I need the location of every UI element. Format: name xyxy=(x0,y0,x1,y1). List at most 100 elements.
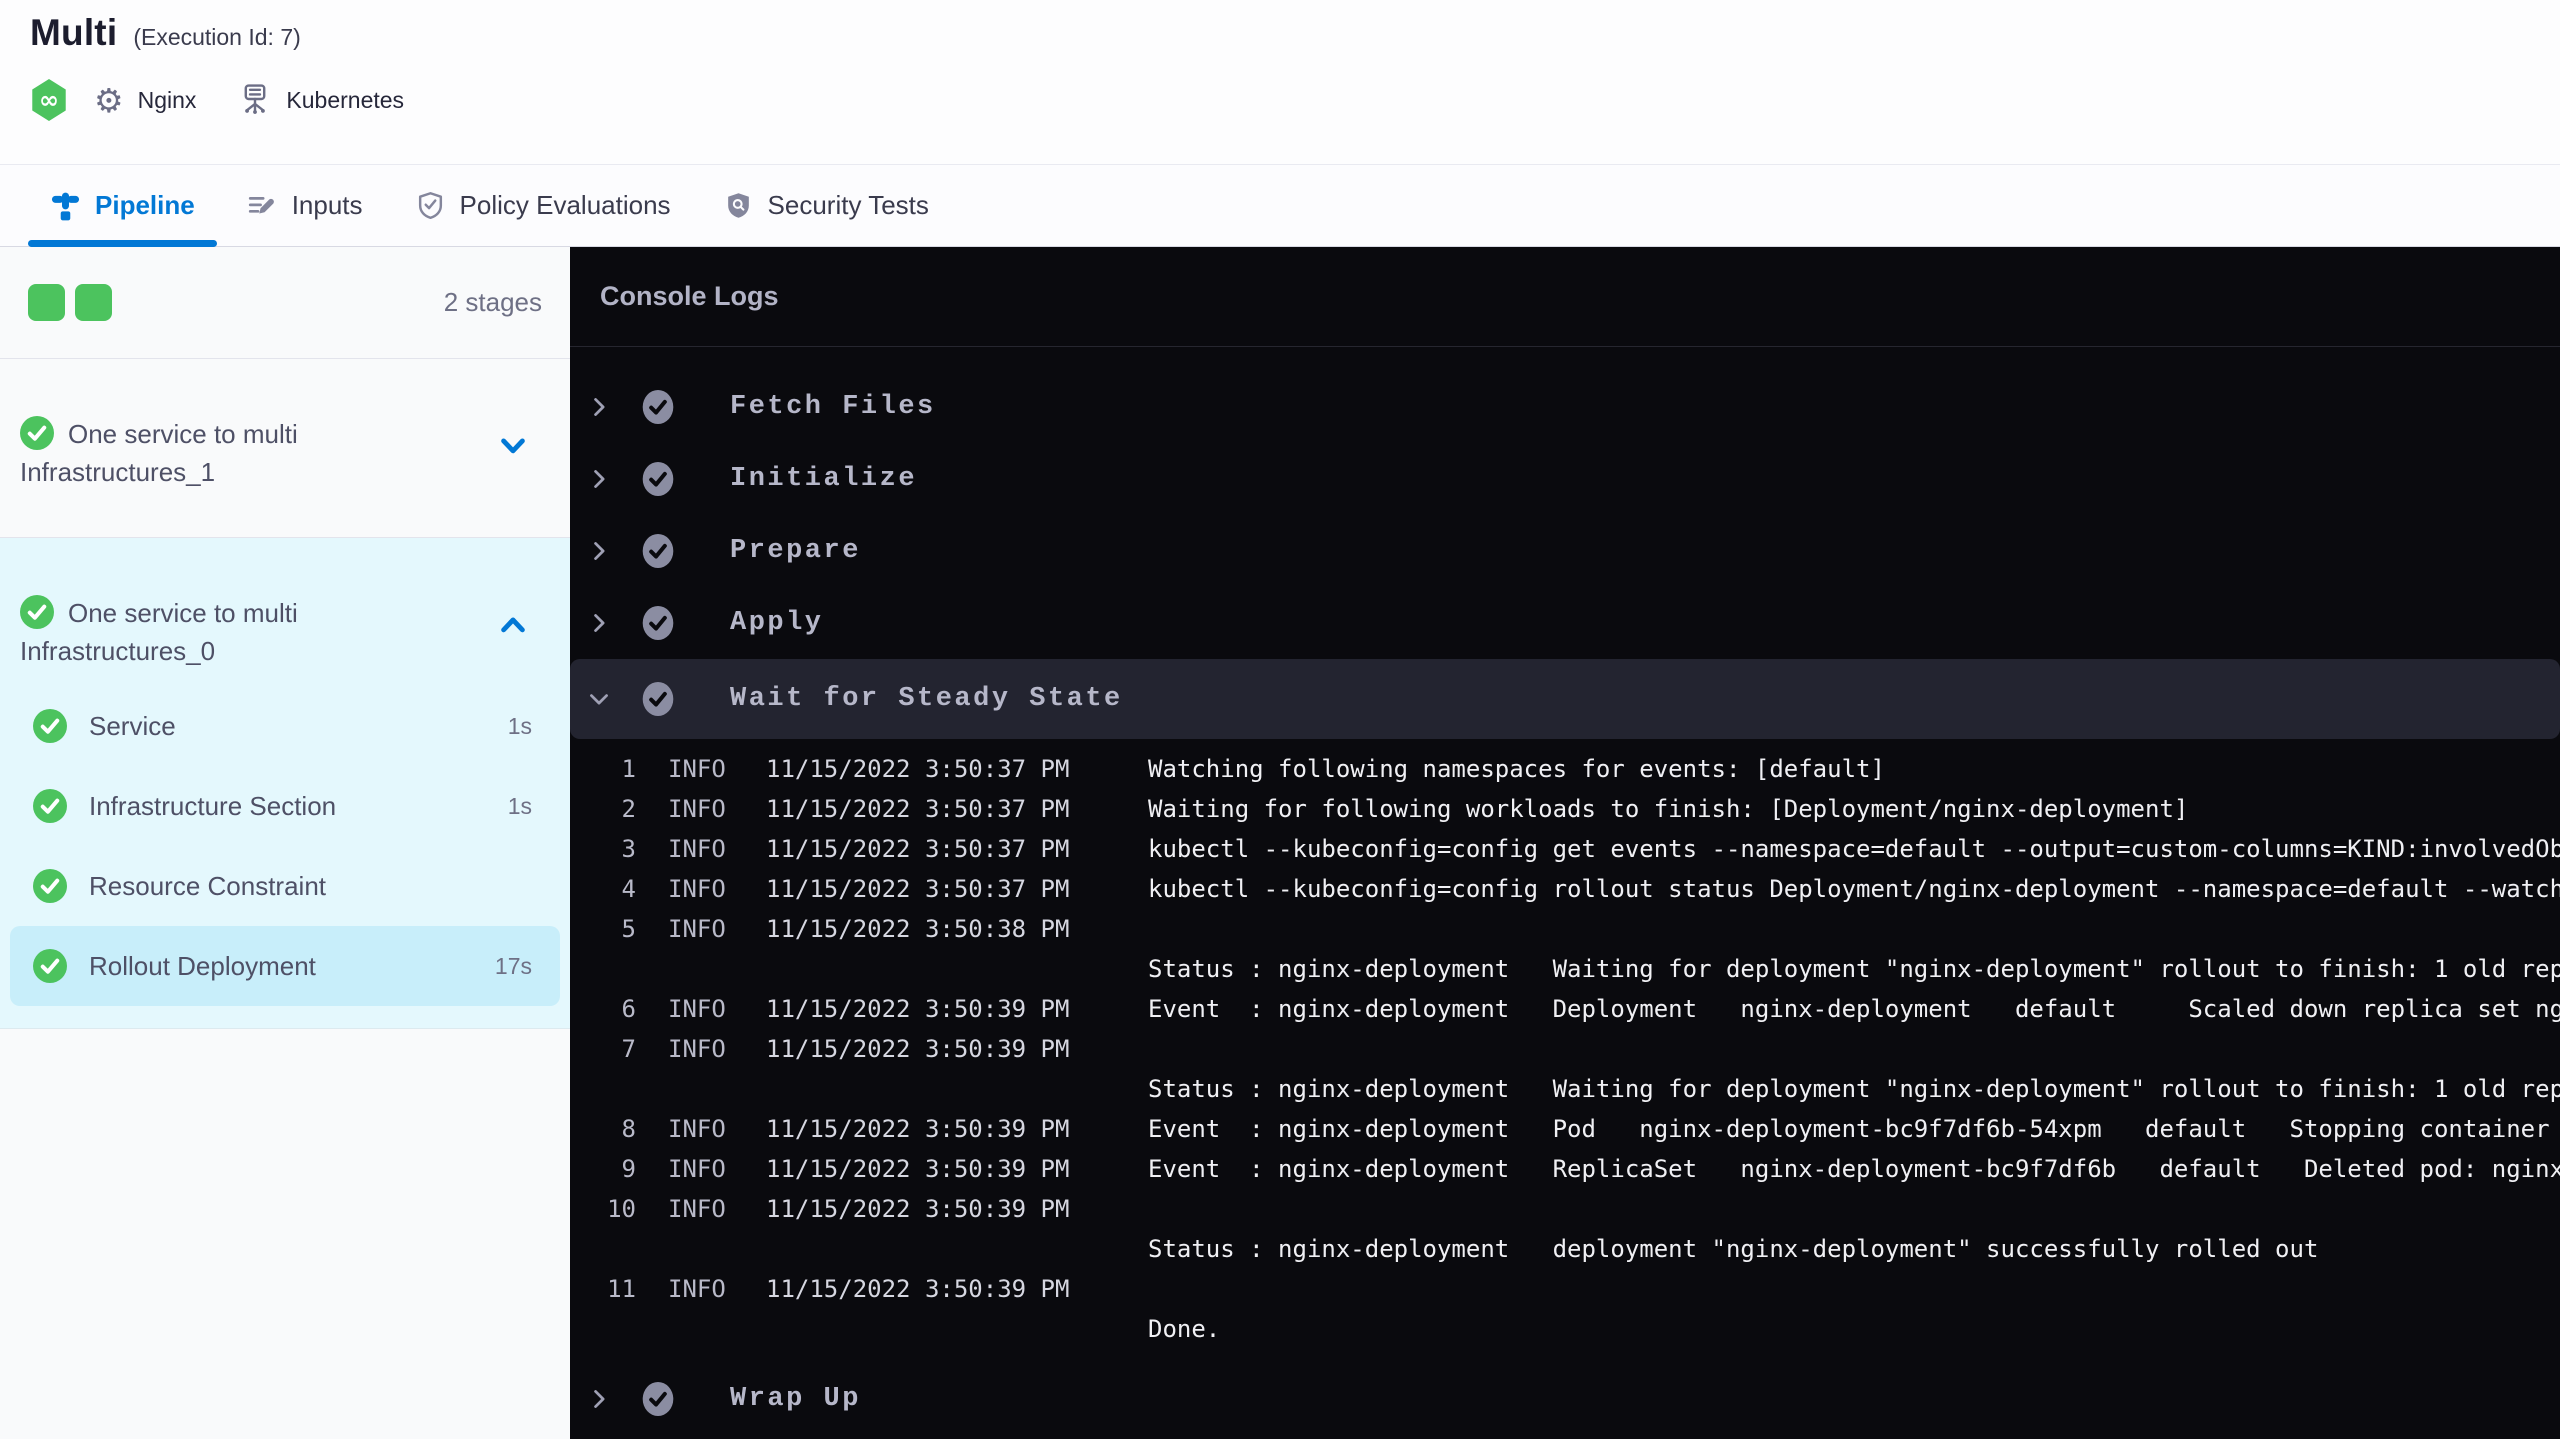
log-line: 2 INFO 11/15/2022 3:50:37 PM Waiting for fo… xyxy=(570,789,2560,829)
success-check-icon xyxy=(641,1382,675,1416)
pipeline-icon xyxy=(50,190,81,221)
log-line: Done. xyxy=(570,1309,2560,1349)
console-section-fetch-files[interactable]: Fetch Files xyxy=(570,371,2560,443)
console-section-label: Wait for Steady State xyxy=(730,684,1123,714)
tab-label: Inputs xyxy=(291,190,363,220)
tab-security-tests[interactable]: Security Tests xyxy=(715,165,937,246)
log-message: Waiting for following workloads to finis… xyxy=(1148,795,2189,823)
security-tests-icon xyxy=(723,190,754,221)
console-section-initialize[interactable]: Initialize xyxy=(570,443,2560,515)
log-timestamp: 11/15/2022 3:50:39 PM xyxy=(766,1035,1070,1063)
log-timestamp: 11/15/2022 3:50:39 PM xyxy=(766,1275,1070,1303)
page-title: Multi xyxy=(30,12,118,53)
success-check-icon xyxy=(641,534,675,568)
main-split: 2 stages One service to multi Infrastruc… xyxy=(0,247,2560,1439)
log-level: INFO xyxy=(668,755,726,783)
success-check-icon xyxy=(33,709,67,743)
gear-icon: ⚙ xyxy=(94,80,124,120)
log-timestamp: 11/15/2022 3:50:39 PM xyxy=(766,1195,1070,1223)
chevron-up-icon[interactable] xyxy=(498,610,528,640)
console-section-prepare[interactable]: Prepare xyxy=(570,515,2560,587)
step-item-service[interactable]: Service 1s xyxy=(10,686,560,766)
log-line: 10 INFO 11/15/2022 3:50:39 PM xyxy=(570,1189,2560,1229)
log-timestamp: 11/15/2022 3:50:37 PM xyxy=(766,835,1070,863)
success-check-icon xyxy=(20,416,54,450)
log-line: 8 INFO 11/15/2022 3:50:39 PM Event : nginx-… xyxy=(570,1109,2560,1149)
step-name: Service xyxy=(89,710,176,741)
chevron-right-icon[interactable] xyxy=(588,468,610,490)
log-line: Status : nginx-deployment Waiting for de… xyxy=(570,1069,2560,1109)
log-message: Event : nginx-deployment ReplicaSet ngin… xyxy=(1148,1155,2560,1183)
environment-icon xyxy=(238,82,272,118)
log-line-number: 7 xyxy=(621,1035,636,1063)
log-message: Status : nginx-deployment Waiting for de… xyxy=(1148,955,2560,983)
step-duration: 1s xyxy=(507,712,532,739)
success-check-icon xyxy=(33,789,67,823)
harness-hexagon-icon: ∞ xyxy=(32,79,66,121)
chevron-right-icon[interactable] xyxy=(588,540,610,562)
success-check-icon xyxy=(641,606,675,640)
stage-success-square-icon xyxy=(75,284,112,321)
success-check-icon xyxy=(33,949,67,983)
log-line: 3 INFO 11/15/2022 3:50:37 PM kubectl --kube… xyxy=(570,829,2560,869)
tab-policy-evaluations[interactable]: Policy Evaluations xyxy=(407,165,679,246)
log-timestamp: 11/15/2022 3:50:38 PM xyxy=(766,915,1070,943)
step-item-rollout-deployment[interactable]: Rollout Deployment 17s xyxy=(10,926,560,1006)
console-section-wait-for-steady-state[interactable]: Wait for Steady State xyxy=(570,659,2560,739)
policy-evaluations-icon xyxy=(415,190,446,221)
log-level: INFO xyxy=(668,915,726,943)
page-header: Multi (Execution Id: 7) ∞ ⚙ Nginx Kubern… xyxy=(0,0,2560,164)
chevron-right-icon[interactable] xyxy=(588,1388,610,1410)
tab-label: Security Tests xyxy=(767,190,929,220)
log-line-number: 11 xyxy=(607,1275,636,1303)
step-name: Rollout Deployment xyxy=(89,950,316,981)
console-panel: Console Logs Fetch Files Initialize Prepar… xyxy=(570,247,2560,1439)
console-section-label: Fetch Files xyxy=(730,392,936,422)
log-message: Status : nginx-deployment deployment "ng… xyxy=(1148,1235,2319,1263)
stage-label: One service to multi Infrastructures_1 xyxy=(20,415,460,491)
tab-pipeline[interactable]: Pipeline xyxy=(28,165,217,247)
log-level: INFO xyxy=(668,795,726,823)
success-check-icon xyxy=(641,462,675,496)
console-logs-title: Console Logs xyxy=(570,247,2560,347)
log-line: 7 INFO 11/15/2022 3:50:39 PM xyxy=(570,1029,2560,1069)
log-line: 5 INFO 11/15/2022 3:50:38 PM xyxy=(570,909,2560,949)
log-message: Done. xyxy=(1148,1315,1221,1343)
log-message: kubectl --kubeconfig=config get events -… xyxy=(1148,835,2560,863)
log-level: INFO xyxy=(668,1035,726,1063)
stage-item-one-service-to-multi-infrastructures-1[interactable]: One service to multi Infrastructures_1 xyxy=(0,359,570,538)
tab-inputs[interactable]: Inputs xyxy=(239,165,371,246)
step-name: Resource Constraint xyxy=(89,870,326,901)
success-check-icon xyxy=(20,595,54,629)
log-timestamp: 11/15/2022 3:50:37 PM xyxy=(766,875,1070,903)
log-line: Status : nginx-deployment Waiting for de… xyxy=(570,949,2560,989)
success-check-icon xyxy=(641,390,675,424)
step-item-infrastructure-section[interactable]: Infrastructure Section 1s xyxy=(10,766,560,846)
log-timestamp: 11/15/2022 3:50:39 PM xyxy=(766,1115,1070,1143)
log-message: kubectl --kubeconfig=config rollout stat… xyxy=(1148,875,2560,903)
log-line: 6 INFO 11/15/2022 3:50:39 PM Event : nginx-… xyxy=(570,989,2560,1029)
chevron-right-icon[interactable] xyxy=(588,612,610,634)
console-section-label: Prepare xyxy=(730,536,861,566)
log-message: Event : nginx-deployment Pod nginx-deplo… xyxy=(1148,1115,2560,1143)
stages-summary: 2 stages xyxy=(0,247,570,359)
log-level: INFO xyxy=(668,995,726,1023)
chevron-right-icon[interactable] xyxy=(588,396,610,418)
console-section-wrap-up[interactable]: Wrap Up xyxy=(570,1363,2560,1435)
console-section-apply[interactable]: Apply xyxy=(570,587,2560,659)
log-line: 9 INFO 11/15/2022 3:50:39 PM Event : nginx-… xyxy=(570,1149,2560,1189)
chevron-down-icon[interactable] xyxy=(498,431,528,461)
chevron-down-icon[interactable] xyxy=(588,688,610,710)
step-item-resource-constraint[interactable]: Resource Constraint xyxy=(10,846,560,926)
log-level: INFO xyxy=(668,1195,726,1223)
console-section-label: Wrap Up xyxy=(730,1384,861,1414)
stage-item-one-service-to-multi-infrastructures-0[interactable]: One service to multi Infrastructures_0 xyxy=(0,538,570,686)
log-message: Watching following namespaces for events… xyxy=(1148,755,1885,783)
service-label: Nginx xyxy=(137,86,197,113)
log-level: INFO xyxy=(668,1155,726,1183)
tab-label: Pipeline xyxy=(95,190,195,220)
log-line-number: 8 xyxy=(621,1115,636,1143)
stage-count: 2 stages xyxy=(443,287,542,317)
log-message: Event : nginx-deployment Deployment ngin… xyxy=(1148,995,2560,1023)
execution-sidebar: 2 stages One service to multi Infrastruc… xyxy=(0,247,570,1439)
